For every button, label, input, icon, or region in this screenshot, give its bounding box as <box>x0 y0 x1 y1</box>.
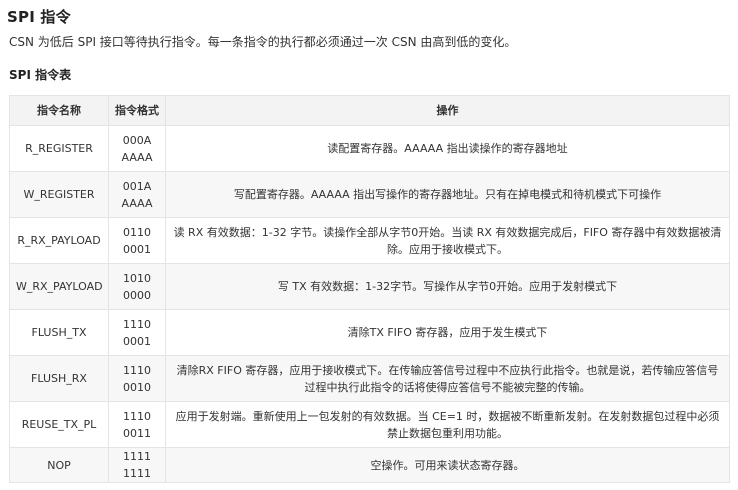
operation-cell: 写配置寄存器。AAAAA 指出写操作的寄存器地址。只有在掉电模式和待机模式下可操… <box>165 171 730 218</box>
table-row: FLUSH_TX 1110 0001 清除TX FIFO 寄存器，应用于发生模式… <box>9 309 730 356</box>
command-name-cell: FLUSH_RX <box>9 355 109 402</box>
operation-cell: 读配置寄存器。AAAAA 指出读操作的寄存器地址 <box>165 125 730 172</box>
command-name-cell: R_REGISTER <box>9 125 109 172</box>
table-heading: SPI 指令表 <box>9 68 72 82</box>
command-name-cell: FLUSH_TX <box>9 309 109 356</box>
operation-cell: 读 RX 有效数据：1-32 字节。读操作全部从字节0开始。当读 RX 有效数据… <box>165 217 730 264</box>
command-format-cell: 1110 0001 <box>108 309 166 356</box>
table-row: R_RX_PAYLOAD 0110 0001 读 RX 有效数据：1-32 字节… <box>9 217 730 264</box>
table-row: W_RX_PAYLOAD 1010 0000 写 TX 有效数据：1-32字节。… <box>9 263 730 310</box>
operation-cell: 空操作。可用来读状态寄存器。 <box>165 447 730 483</box>
command-name-cell: W_REGISTER <box>9 171 109 218</box>
table-row: W_REGISTER 001A AAAA 写配置寄存器。AAAAA 指出写操作的… <box>9 171 730 218</box>
command-name-cell: REUSE_TX_PL <box>9 401 109 448</box>
header-command-format: 指令格式 <box>108 95 166 126</box>
operation-cell: 清除TX FIFO 寄存器，应用于发生模式下 <box>165 309 730 356</box>
command-format-cell: 001A AAAA <box>108 171 166 218</box>
document-page: SPI 指令 CSN 为低后 SPI 接口等待执行指令。每一条指令的执行都必须通… <box>0 0 738 490</box>
table-row: FLUSH_RX 1110 0010 清除RX FIFO 寄存器，应用于接收模式… <box>9 355 730 402</box>
header-operation: 操作 <box>165 95 730 126</box>
header-command-name: 指令名称 <box>9 95 109 126</box>
command-format-cell: 1111 1111 <box>108 447 166 483</box>
command-format-cell: 000A AAAA <box>108 125 166 172</box>
table-row: R_REGISTER 000A AAAA 读配置寄存器。AAAAA 指出读操作的… <box>9 125 730 172</box>
command-name-cell: W_RX_PAYLOAD <box>9 263 109 310</box>
table-header: 指令名称 指令格式 操作 <box>9 95 730 126</box>
command-format-cell: 1010 0000 <box>108 263 166 310</box>
spi-command-table: 指令名称 指令格式 操作 R_REGISTER 000A AAAA 读配置寄存器… <box>9 95 730 483</box>
section-description: CSN 为低后 SPI 接口等待执行指令。每一条指令的执行都必须通过一次 CSN… <box>9 35 517 49</box>
command-format-cell: 0110 0001 <box>108 217 166 264</box>
command-name-cell: NOP <box>9 447 109 483</box>
command-format-cell: 1110 0011 <box>108 401 166 448</box>
command-name-cell: R_RX_PAYLOAD <box>9 217 109 264</box>
table-header-row: 指令名称 指令格式 操作 <box>9 95 730 126</box>
table-body: R_REGISTER 000A AAAA 读配置寄存器。AAAAA 指出读操作的… <box>9 125 730 483</box>
table-row: NOP 1111 1111 空操作。可用来读状态寄存器。 <box>9 447 730 483</box>
command-format-cell: 1110 0010 <box>108 355 166 402</box>
operation-cell: 应用于发射端。重新使用上一包发射的有效数据。当 CE=1 时，数据被不断重新发射… <box>165 401 730 448</box>
operation-cell: 清除RX FIFO 寄存器，应用于接收模式下。在传输应答信号过程中不应执行此指令… <box>165 355 730 402</box>
section-heading: SPI 指令 <box>7 8 71 26</box>
table-row: REUSE_TX_PL 1110 0011 应用于发射端。重新使用上一包发射的有… <box>9 401 730 448</box>
operation-cell: 写 TX 有效数据：1-32字节。写操作从字节0开始。应用于发射模式下 <box>165 263 730 310</box>
